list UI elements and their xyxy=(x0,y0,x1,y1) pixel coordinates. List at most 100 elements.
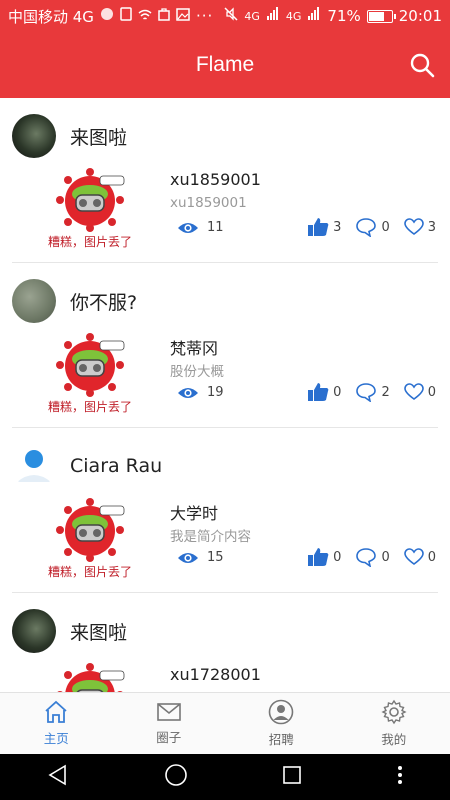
comment-count: 0 xyxy=(381,549,390,565)
avatar[interactable] xyxy=(12,279,56,323)
post-header[interactable]: 来图啦 xyxy=(12,609,127,653)
comment-icon xyxy=(356,548,377,567)
signal-icon-2 xyxy=(307,7,321,25)
battery-icon xyxy=(366,9,396,23)
post-subtitle: xu1859001 xyxy=(170,195,247,211)
comment-button[interactable]: 2 xyxy=(355,382,390,402)
comment-count: 0 xyxy=(381,219,390,235)
mute-icon xyxy=(224,7,238,25)
like-count: 0 xyxy=(333,549,342,565)
favorite-button[interactable]: 3 xyxy=(403,218,436,236)
post-subtitle: 我是简介内容 xyxy=(170,529,251,545)
broken-image-mascot-icon xyxy=(56,498,125,562)
tab-mine[interactable]: 我的 xyxy=(338,693,450,754)
like-button[interactable]: 3 xyxy=(307,217,341,237)
wifi-icon xyxy=(138,7,152,25)
tab-circle[interactable]: 圈子 xyxy=(113,693,226,754)
favorite-button[interactable]: 0 xyxy=(403,383,436,401)
heart-icon xyxy=(403,218,424,235)
system-nav-bar xyxy=(0,754,450,800)
recents-button[interactable] xyxy=(282,765,302,789)
home-circle-icon xyxy=(164,764,187,786)
like-button[interactable]: 0 xyxy=(307,547,341,567)
search-button[interactable] xyxy=(408,51,436,79)
author-name[interactable]: 来图啦 xyxy=(70,123,127,150)
favorite-count: 0 xyxy=(427,384,436,400)
post-image[interactable]: 糟糕，图片丢了 xyxy=(42,333,138,415)
tab-recruit-label: 招聘 xyxy=(268,732,294,747)
image-icon xyxy=(176,7,190,25)
heart-icon xyxy=(403,383,424,400)
author-name[interactable]: 来图啦 xyxy=(70,618,127,645)
post-image[interactable]: 糟糕，图片丢了 xyxy=(42,168,138,250)
eye-icon xyxy=(178,387,198,398)
eye-icon xyxy=(178,222,198,233)
avatar[interactable] xyxy=(12,609,56,653)
sd-card-icon xyxy=(120,7,132,25)
image-missing-caption: 糟糕，图片丢了 xyxy=(47,565,132,579)
app-header: Flame xyxy=(0,32,450,98)
post-card[interactable]: 你不服? 糟糕，图片丢了 梵蒂冈 股份大概 19 0 2 0 xyxy=(12,263,438,428)
back-button[interactable] xyxy=(47,764,69,790)
post-image[interactable]: 糟糕，图片丢了 xyxy=(42,498,138,580)
post-title[interactable]: 大学时 xyxy=(170,500,218,524)
thumbs-up-icon xyxy=(308,383,329,401)
tab-mine-label: 我的 xyxy=(381,732,407,747)
post-title[interactable]: xu1859001 xyxy=(170,170,261,189)
network-type-right: 4G xyxy=(285,9,302,23)
post-card[interactable]: Ciara Rau 糟糕，图片丢了 大学时 我是简介内容 15 0 0 0 xyxy=(12,428,438,593)
person-icon xyxy=(268,699,294,725)
comment-icon xyxy=(356,383,377,402)
post-header[interactable]: Ciara Rau xyxy=(12,444,162,488)
bag-icon xyxy=(158,7,170,25)
author-name[interactable]: 你不服? xyxy=(70,288,137,315)
post-stats: 3 0 3 xyxy=(293,217,436,237)
post-header[interactable]: 你不服? xyxy=(12,279,137,323)
notification-icon xyxy=(100,7,114,25)
back-triangle-icon xyxy=(48,764,67,786)
image-missing-caption: 糟糕，图片丢了 xyxy=(47,235,132,249)
tab-circle-label: 圈子 xyxy=(156,730,182,745)
post-subtitle: 股份大概 xyxy=(170,364,224,380)
view-count: 19 xyxy=(177,385,224,400)
avatar[interactable] xyxy=(12,114,56,158)
broken-image-mascot-icon xyxy=(57,663,125,692)
more-icon: ··· xyxy=(195,7,214,25)
post-header[interactable]: 来图啦 xyxy=(12,114,127,158)
tab-home[interactable]: 主页 xyxy=(0,693,113,754)
post-card[interactable]: 来图啦 xyxy=(12,98,438,263)
favorite-count: 3 xyxy=(427,219,436,235)
mail-icon xyxy=(156,703,181,721)
post-feed[interactable]: 来图啦 糟糕，图片丢了 xu1859001 xu1859001 11 3 0 3… xyxy=(0,98,450,692)
post-title[interactable]: 梵蒂冈 xyxy=(170,335,218,359)
tab-home-label: 主页 xyxy=(43,731,69,746)
post-title[interactable]: xu1728001 xyxy=(170,665,261,684)
comment-count: 2 xyxy=(381,384,390,400)
view-count: 15 xyxy=(177,550,224,565)
view-count-value: 15 xyxy=(207,550,224,565)
comment-icon xyxy=(356,218,377,237)
favorite-button[interactable]: 0 xyxy=(403,548,436,566)
like-count: 3 xyxy=(333,219,342,235)
recents-square-icon xyxy=(283,766,302,784)
post-image[interactable] xyxy=(42,663,138,692)
vertical-dots-icon xyxy=(397,766,402,784)
home-icon xyxy=(45,700,67,723)
home-system-button[interactable] xyxy=(164,763,188,791)
carrier-label: 中国移动 4G xyxy=(8,7,94,26)
comment-button[interactable]: 0 xyxy=(355,217,390,237)
comment-button[interactable]: 0 xyxy=(355,547,390,567)
image-missing-caption: 糟糕，图片丢了 xyxy=(47,400,132,414)
overflow-menu-button[interactable] xyxy=(397,765,403,789)
thumbs-up-icon xyxy=(308,218,329,236)
like-button[interactable]: 0 xyxy=(307,382,341,402)
tab-recruit[interactable]: 招聘 xyxy=(225,693,338,754)
heart-icon xyxy=(403,548,424,565)
gear-icon xyxy=(381,699,407,725)
author-name[interactable]: Ciara Rau xyxy=(70,455,162,477)
network-type-left: 4G xyxy=(244,9,260,23)
search-icon xyxy=(410,53,435,78)
post-card[interactable]: 来图啦 xyxy=(12,593,438,692)
app-title: Flame xyxy=(195,53,255,76)
avatar[interactable] xyxy=(12,444,56,488)
